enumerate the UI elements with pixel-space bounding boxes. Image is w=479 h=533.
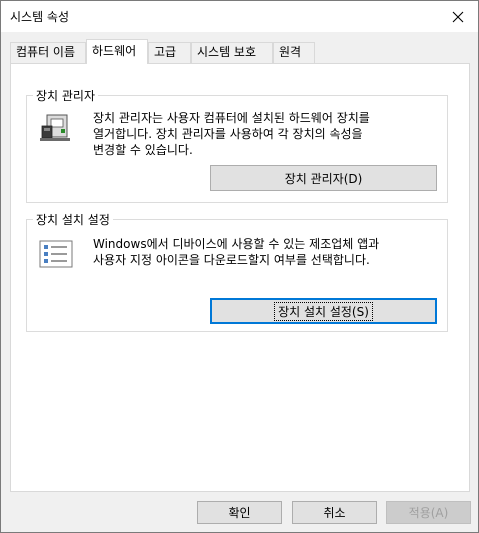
device-install-description: Windows에서 디바이스에 사용할 수 있는 제조업체 앱과 사용자 지정 … [93, 236, 433, 268]
device-manager-description-line: 변경할 수 있습니다. [93, 143, 193, 157]
cancel-button[interactable]: 취소 [292, 501, 377, 524]
tab-system-protection[interactable]: 시스템 보호 [191, 42, 273, 63]
ok-button-label: 확인 [228, 506, 251, 520]
close-icon [452, 11, 464, 22]
device-manager-description-line: 열거합니다. 장치 관리자를 사용하여 각 장치의 속성을 [93, 127, 363, 141]
tab-advanced[interactable]: 고급 [148, 42, 191, 63]
tab-hardware[interactable]: 하드웨어 [86, 39, 148, 64]
tab-computer-name[interactable]: 컴퓨터 이름 [10, 42, 86, 63]
close-button[interactable] [438, 1, 478, 32]
device-manager-icon [40, 114, 70, 141]
device-manager-button-label: 장치 관리자(D) [284, 171, 363, 186]
checklist-icon [39, 240, 73, 268]
device-manager-description-line: 장치 관리자는 사용자 컴퓨터에 설치된 하드웨어 장치를 [93, 111, 370, 125]
hardware-tab-panel: 장치 관리자 장치 관리자는 사용자 컴퓨터에 설치된 하드웨어 장치를 열거합… [10, 63, 470, 492]
device-install-description-line: 사용자 지정 아이콘을 다운로드할지 여부를 선택합니다. [93, 253, 370, 267]
apply-button[interactable]: 적용(A) [386, 501, 471, 524]
title-bar: 시스템 속성 [1, 1, 478, 32]
ok-button[interactable]: 확인 [197, 501, 282, 524]
device-install-settings-button-label: 장치 설치 설정(S) [274, 301, 373, 321]
tab-remote[interactable]: 원격 [273, 42, 315, 63]
device-manager-group-label: 장치 관리자 [33, 87, 99, 104]
system-properties-dialog: 시스템 속성 컴퓨터 이름 하드웨어 고급 시스템 보호 원격 장치 관리자 장… [0, 0, 479, 533]
device-manager-button[interactable]: 장치 관리자(D) [210, 165, 437, 191]
device-manager-group: 장치 관리자 장치 관리자는 사용자 컴퓨터에 설치된 하드웨어 장치를 열거합… [26, 87, 448, 203]
device-install-settings-group: 장치 설치 설정 Windows에서 디바이스에 사용할 수 있는 제조업체 앱… [26, 211, 448, 332]
device-install-description-line: Windows에서 디바이스에 사용할 수 있는 제조업체 앱과 [93, 237, 380, 251]
cancel-button-label: 취소 [323, 506, 346, 520]
device-install-group-label: 장치 설치 설정 [33, 211, 113, 228]
apply-button-label: 적용(A) [408, 506, 449, 520]
device-install-settings-button[interactable]: 장치 설치 설정(S) [210, 298, 437, 324]
window-title: 시스템 속성 [10, 10, 70, 24]
device-manager-description: 장치 관리자는 사용자 컴퓨터에 설치된 하드웨어 장치를 열거합니다. 장치 … [93, 110, 433, 158]
